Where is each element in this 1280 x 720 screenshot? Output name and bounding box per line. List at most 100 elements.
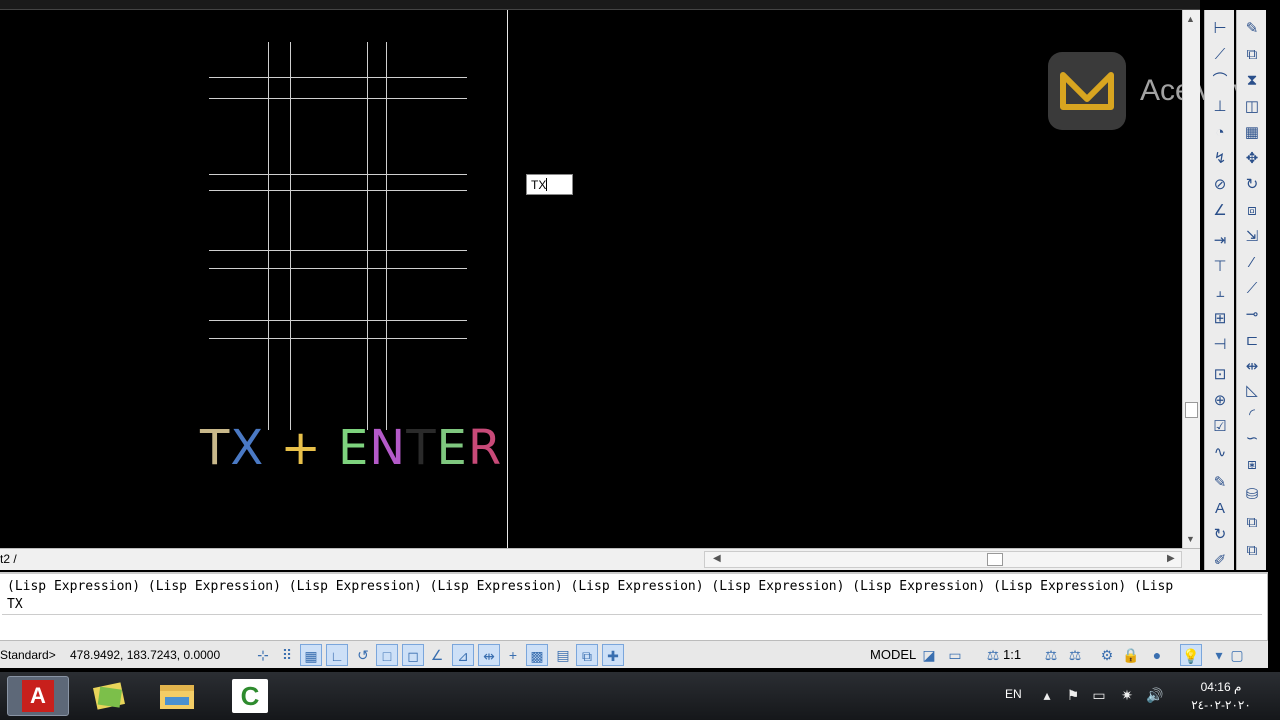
baseline-dimension-icon[interactable]: ⊤ (1209, 256, 1231, 278)
annotation-scale-value[interactable]: 1:1 (1003, 647, 1021, 662)
lineweight-icon[interactable]: + (502, 644, 524, 666)
quick-dimension-icon[interactable]: ⇥ (1209, 230, 1231, 252)
dimension-text-edit-icon[interactable]: A (1209, 498, 1231, 520)
jogged-dimension-icon[interactable]: ↯ (1209, 148, 1231, 170)
arc-length-icon[interactable]: ⌒ (1209, 70, 1231, 92)
toolbar-lock-icon[interactable]: 🔒 (1120, 644, 1142, 666)
quick-view-drawings-icon[interactable]: ▭ (944, 644, 966, 666)
extend-icon[interactable]: ⟋ (1241, 278, 1263, 300)
clock-date[interactable]: ٢٠٢٠-٠٢-٢٤ (1186, 698, 1256, 712)
selection-cycling-icon[interactable]: ⧉ (576, 644, 598, 666)
chamfer-icon[interactable]: ◺ (1241, 380, 1263, 402)
command-input[interactable] (2, 614, 1262, 639)
ordinate-dimension-icon[interactable]: ⊥ (1209, 96, 1231, 118)
horizontal-scrollbar[interactable]: ◀ ▶ (704, 551, 1182, 568)
isolate-objects-icon[interactable]: 💡 (1180, 644, 1202, 666)
fillet-icon[interactable]: ◜ (1241, 404, 1263, 426)
join-icon[interactable]: ⇹ (1241, 356, 1263, 378)
battery-icon[interactable]: ▭ (1090, 686, 1108, 704)
trim-icon[interactable]: ⁄ (1241, 252, 1263, 274)
grid-line-horizontal (209, 320, 467, 321)
linear-dimension-icon[interactable]: ⊢ (1209, 18, 1231, 40)
array-icon[interactable]: ▦ (1241, 122, 1263, 144)
hardware-acceleration-icon[interactable]: ● (1146, 644, 1168, 666)
auto-scale-icon[interactable]: ⚖ (1064, 644, 1086, 666)
erase-icon[interactable]: ✎ (1241, 18, 1263, 40)
jogged-linear-icon[interactable]: ∿ (1209, 442, 1231, 464)
dynamic-input-icon[interactable]: ⇹ (478, 644, 500, 666)
annotation-monitor-icon[interactable]: ✚ (602, 644, 624, 666)
taskbar-camtasia[interactable]: C (219, 676, 281, 716)
quick-properties-icon[interactable]: ▤ (552, 644, 574, 666)
annotation-visibility-icon[interactable]: ⚖ (1040, 644, 1062, 666)
dimension-break-icon[interactable]: ⊣ (1209, 334, 1231, 356)
aligned-dimension-icon[interactable]: ⟋ (1209, 44, 1231, 66)
layout-tab[interactable]: t2 / (0, 552, 17, 566)
continue-dimension-icon[interactable]: ⫠ (1209, 282, 1231, 304)
scroll-left-icon[interactable]: ◀ (713, 553, 721, 564)
object-snap-tracking-icon[interactable]: ∠ (426, 644, 448, 666)
coordinates-readout[interactable]: 478.9492, 183.7243, 0.0000 (70, 648, 220, 662)
explode-icon[interactable]: ⧆ (1241, 454, 1263, 476)
blend-curves-icon[interactable]: ∽ (1241, 428, 1263, 450)
move-icon[interactable]: ✥ (1241, 148, 1263, 170)
file-explorer-icon (160, 685, 194, 709)
scroll-down-icon[interactable]: ▼ (1186, 534, 1195, 544)
clean-screen-icon[interactable]: ▢ (1226, 644, 1248, 666)
transparency-icon[interactable]: ▩ (526, 644, 548, 666)
copy-icon[interactable]: ⧉ (1241, 44, 1263, 66)
send-to-back-icon[interactable]: ⧉ (1241, 540, 1263, 562)
stretch-icon[interactable]: ⇲ (1241, 226, 1263, 248)
tolerance-icon[interactable]: ⊡ (1209, 364, 1231, 386)
object-snap-icon[interactable]: □ (376, 644, 398, 666)
snap-mode-icon[interactable]: ⠿ (276, 644, 298, 666)
angular-dimension-icon[interactable]: ∠ (1209, 200, 1231, 222)
radius-dimension-icon[interactable]: ◔ (1209, 122, 1231, 144)
break-icon[interactable]: ⊏ (1241, 330, 1263, 352)
vertical-scroll-thumb[interactable] (1185, 402, 1198, 418)
taskbar-autocad[interactable]: A (7, 676, 69, 716)
show-hidden-icons-icon[interactable]: ▴ (1038, 686, 1056, 704)
infer-constraints-icon[interactable]: ⊹ (252, 644, 274, 666)
polar-tracking-icon[interactable]: ↺ (352, 644, 374, 666)
action-center-flag-icon[interactable]: ⚑ (1064, 686, 1082, 704)
drawing-canvas[interactable]: TX TX + ENTER (0, 10, 1182, 548)
dimension-update-icon[interactable]: ↻ (1209, 524, 1231, 546)
dimension-space-icon[interactable]: ⊞ (1209, 308, 1231, 330)
horizontal-scroll-thumb[interactable] (987, 553, 1003, 566)
dynamic-input-box[interactable]: TX (526, 174, 573, 195)
taskbar-apps[interactable] (78, 676, 140, 716)
rotate-icon[interactable]: ↻ (1241, 174, 1263, 196)
bring-to-front-icon[interactable]: ⧉ (1241, 512, 1263, 534)
model-space-button[interactable]: MODEL (870, 647, 916, 662)
autocad-icon: A (22, 680, 54, 712)
mirror-icon[interactable]: ⧗ (1241, 70, 1263, 92)
language-indicator[interactable]: EN (1005, 687, 1022, 701)
center-mark-icon[interactable]: ⊕ (1209, 390, 1231, 412)
diameter-dimension-icon[interactable]: ⊘ (1209, 174, 1231, 196)
quick-view-layouts-icon[interactable]: ◪ (918, 644, 940, 666)
scroll-up-icon[interactable]: ▲ (1186, 14, 1195, 24)
command-line-window: (Lisp Expression) (Lisp Expression) (Lis… (0, 572, 1268, 640)
inspection-icon[interactable]: ☑ (1209, 416, 1231, 438)
ortho-mode-icon[interactable]: ∟ (326, 644, 348, 666)
workspace-switching-icon[interactable]: ⚙ (1096, 644, 1118, 666)
dimension-style-icon[interactable]: ✐ (1209, 550, 1231, 572)
scale-icon[interactable]: ⧈ (1241, 200, 1263, 222)
draw-order-icon[interactable]: ⛁ (1241, 484, 1263, 506)
annotation-scale-icon[interactable]: ⚖ (982, 644, 1004, 666)
taskbar-file-explorer[interactable] (146, 676, 208, 716)
offset-icon[interactable]: ◫ (1241, 96, 1263, 118)
3d-object-snap-icon[interactable]: ◻ (402, 644, 424, 666)
dimension-edit-icon[interactable]: ✎ (1209, 472, 1231, 494)
volume-icon[interactable]: 🔊 (1146, 686, 1164, 704)
network-icon[interactable]: ✷ (1118, 686, 1136, 704)
overlay-char: R (467, 420, 503, 476)
vertical-scrollbar[interactable]: ▲ ▼ (1182, 10, 1200, 548)
crosshair-cursor (507, 10, 508, 548)
clock-time[interactable]: 04:16 م (1186, 680, 1256, 694)
grid-display-icon[interactable]: ▦ (300, 644, 322, 666)
dynamic-ucs-icon[interactable]: ⊿ (452, 644, 474, 666)
break-at-point-icon[interactable]: ⊸ (1241, 304, 1263, 326)
scroll-right-icon[interactable]: ▶ (1167, 553, 1175, 564)
